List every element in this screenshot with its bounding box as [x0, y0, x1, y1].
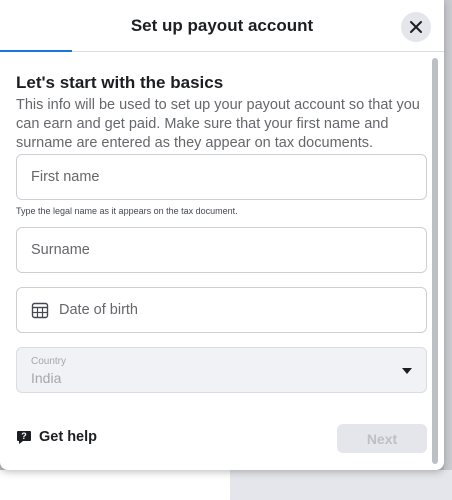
section-description: This info will be used to set up your pa…: [16, 97, 420, 151]
next-button[interactable]: Next: [337, 424, 427, 453]
date-of-birth-field[interactable]: Date of birth: [16, 287, 427, 333]
close-icon: [410, 21, 422, 33]
surname-field[interactable]: Surname: [16, 227, 427, 273]
date-of-birth-placeholder: Date of birth: [59, 302, 138, 318]
get-help-link[interactable]: ? Get help: [16, 429, 97, 445]
svg-text:?: ?: [21, 431, 27, 441]
surname-placeholder: Surname: [31, 242, 90, 258]
dialog-header: Set up payout account: [0, 0, 444, 52]
get-help-label: Get help: [39, 429, 98, 445]
step-progress-bar: [0, 50, 72, 52]
dropdown-caret-icon: [402, 368, 412, 374]
country-label: Country: [31, 356, 67, 367]
background-page-right: [444, 0, 452, 500]
calendar-icon: [31, 302, 49, 319]
section-heading: Let's start with the basics: [16, 73, 224, 92]
first-name-placeholder: First name: [31, 169, 100, 185]
payout-setup-dialog: Set up payout account Let's start with t…: [0, 0, 444, 470]
country-select[interactable]: Country India: [16, 347, 427, 393]
close-button[interactable]: [401, 12, 431, 42]
basics-section: Let's start with the basics This info wi…: [16, 72, 428, 153]
first-name-hint: Type the legal name as it appears on the…: [16, 206, 238, 216]
background-page-bottom-panel: [230, 470, 452, 500]
dialog-title: Set up payout account: [130, 16, 314, 35]
help-icon: ?: [17, 431, 31, 444]
first-name-field[interactable]: First name: [16, 154, 427, 200]
scrollbar[interactable]: [432, 58, 438, 464]
country-value: India: [31, 370, 62, 386]
